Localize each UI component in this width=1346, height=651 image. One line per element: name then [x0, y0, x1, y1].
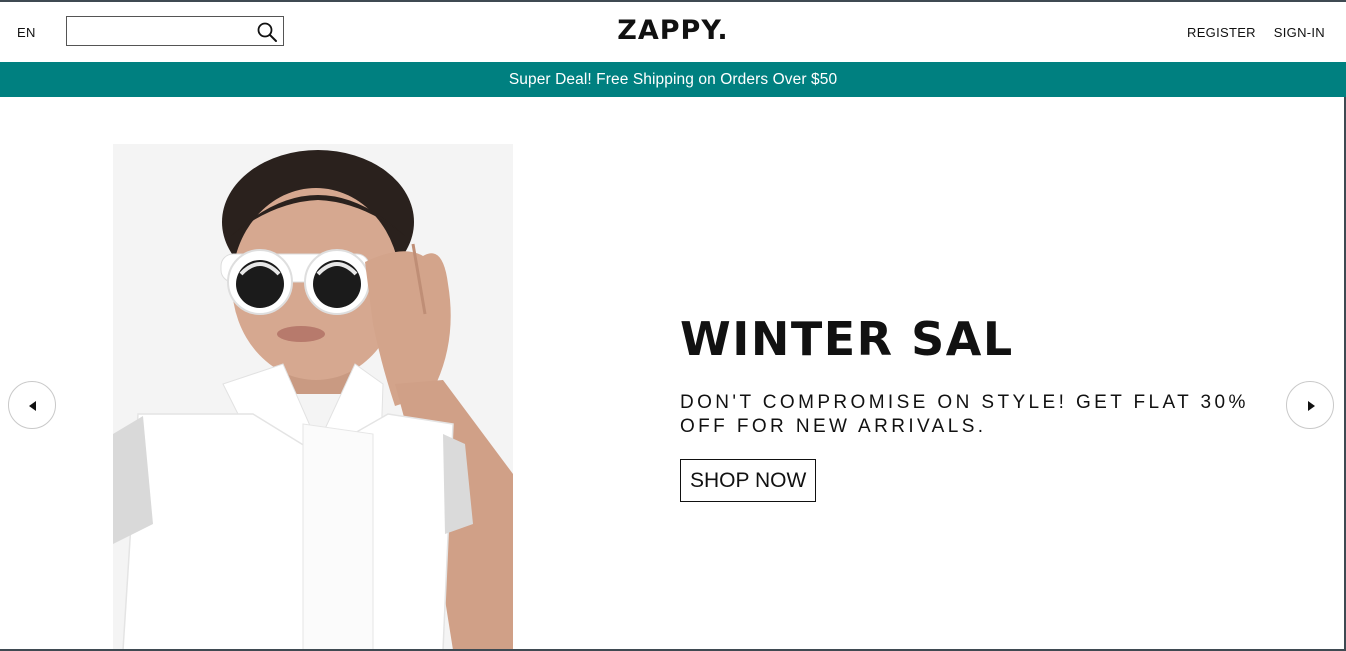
brand-logo[interactable]: ZAPPY.: [617, 15, 728, 46]
account-links: REGISTER SIGN-IN: [1173, 25, 1325, 40]
search-box: [66, 16, 284, 46]
hero-carousel: WINTER SAL DON'T COMPROMISE ON STYLE! GE…: [0, 97, 1346, 651]
top-navbar: EN ZAPPY. REGISTER SIGN-IN: [0, 2, 1346, 62]
promo-text: Super Deal! Free Shipping on Orders Over…: [508, 71, 838, 88]
hero-title: WINTER SAL: [680, 312, 1014, 366]
hero-text-block: WINTER SAL DON'T COMPROMISE ON STYLE! GE…: [680, 311, 1300, 502]
carousel-prev-button[interactable]: [8, 381, 56, 429]
search-button[interactable]: [256, 21, 278, 43]
carousel-next-button[interactable]: [1286, 381, 1334, 429]
model-illustration: [113, 144, 513, 650]
caret-left-icon: [29, 401, 36, 411]
promo-banner: Super Deal! Free Shipping on Orders Over…: [0, 62, 1346, 97]
language-selector[interactable]: EN: [17, 25, 36, 40]
search-input[interactable]: [71, 20, 255, 44]
register-link[interactable]: REGISTER: [1187, 25, 1256, 40]
hero-model-image: [113, 144, 513, 650]
search-icon: [257, 22, 277, 42]
shop-now-button[interactable]: SHOP NOW: [680, 459, 817, 502]
caret-right-icon: [1308, 401, 1315, 411]
signin-link[interactable]: SIGN-IN: [1274, 25, 1325, 40]
page: EN ZAPPY. REGISTER SIGN-IN Super Deal! F…: [0, 0, 1346, 651]
hero-subtitle: DON'T COMPROMISE ON STYLE! GET FLAT 30% …: [680, 392, 1249, 437]
